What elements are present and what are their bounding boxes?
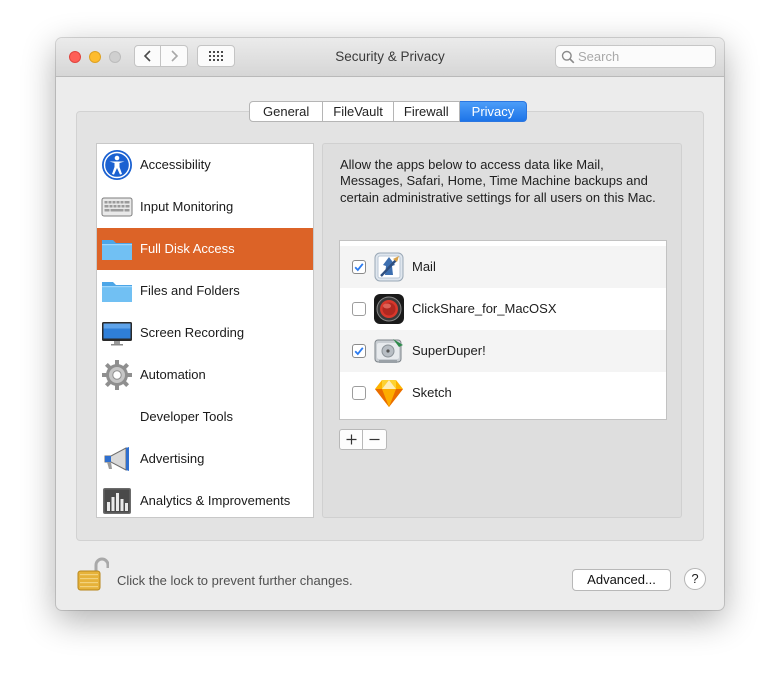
privacy-category-list: Accessibility Input Monitoring Full Disk… — [96, 143, 314, 518]
checkmark-icon — [354, 347, 364, 356]
lock-message: Click the lock to prevent further change… — [117, 573, 353, 588]
sidebar-item-accessibility[interactable]: Accessibility — [97, 144, 313, 186]
title-bar: Security & Privacy — [56, 38, 724, 77]
search-icon — [561, 50, 575, 64]
list-item[interactable]: SuperDuper! — [340, 330, 666, 372]
plus-icon — [346, 434, 356, 445]
superduper-checkbox[interactable] — [352, 344, 366, 358]
folder-icon — [102, 282, 132, 302]
app-name: SuperDuper! — [412, 343, 486, 358]
chart-icon — [103, 488, 131, 514]
add-remove-control — [339, 429, 387, 450]
preferences-window: Security & Privacy General FileVault Fir… — [56, 38, 724, 610]
full-disk-access-panel: Allow the apps below to access data like… — [322, 143, 682, 518]
sidebar-item-analytics-improvements[interactable]: Analytics & Improvements — [97, 480, 313, 522]
folder-icon — [102, 240, 132, 260]
app-name: Sketch — [412, 385, 452, 400]
lock-icon[interactable] — [75, 556, 109, 592]
sidebar-item-screen-recording[interactable]: Screen Recording — [97, 312, 313, 354]
search-field[interactable] — [555, 45, 716, 68]
clickshare-app-icon — [374, 294, 404, 324]
tab-filevault[interactable]: FileVault — [323, 101, 394, 122]
sidebar-item-automation[interactable]: Automation — [97, 354, 313, 396]
clickshare-checkbox[interactable] — [352, 302, 366, 316]
tab-firewall[interactable]: Firewall — [393, 101, 460, 122]
list-item[interactable]: Sketch — [340, 372, 666, 414]
sidebar-item-label: Accessibility — [140, 157, 211, 172]
accessibility-icon — [102, 150, 132, 180]
sidebar-item-label: Files and Folders — [140, 283, 240, 298]
search-input[interactable] — [578, 48, 710, 65]
superduper-app-icon — [374, 339, 403, 363]
add-app-button[interactable] — [340, 430, 362, 449]
app-name: ClickShare_for_MacOSX — [412, 301, 557, 316]
sidebar-item-files-and-folders[interactable]: Files and Folders — [97, 270, 313, 312]
access-description: Allow the apps below to access data like… — [340, 157, 656, 205]
sidebar-item-label: Developer Tools — [140, 409, 233, 424]
sidebar-item-label: Analytics & Improvements — [140, 493, 291, 508]
remove-app-button[interactable] — [362, 430, 386, 449]
display-icon — [102, 322, 132, 346]
app-list: Mail ClickShare_for_MacOSX SuperDuper! S… — [339, 240, 667, 420]
tab-bar: General FileVault Firewall Privacy — [249, 101, 528, 122]
keyboard-icon — [101, 197, 133, 217]
sidebar-item-label: Screen Recording — [140, 325, 245, 340]
tab-privacy[interactable]: Privacy — [459, 101, 528, 122]
list-item[interactable]: ClickShare_for_MacOSX — [340, 288, 666, 330]
sidebar-item-label: Automation — [140, 367, 206, 382]
sidebar-item-label: Full Disk Access — [140, 241, 235, 256]
tab-general[interactable]: General — [249, 101, 324, 122]
sketch-checkbox[interactable] — [352, 386, 366, 400]
gear-icon — [102, 360, 132, 390]
minus-icon — [369, 438, 380, 441]
help-button[interactable]: ? — [684, 568, 706, 590]
advanced-button[interactable]: Advanced... — [572, 569, 671, 591]
sidebar-item-developer-tools[interactable]: Developer Tools — [97, 396, 313, 438]
megaphone-icon — [104, 447, 129, 471]
checkmark-icon — [354, 263, 364, 272]
sidebar-item-label: Advertising — [140, 451, 205, 466]
mail-app-icon — [374, 252, 404, 282]
sidebar-item-label: Input Monitoring — [140, 199, 234, 214]
sidebar-item-advertising[interactable]: Advertising — [97, 438, 313, 480]
list-item[interactable]: Mail — [340, 246, 666, 288]
sidebar-item-input-monitoring[interactable]: Input Monitoring — [97, 186, 313, 228]
sketch-app-icon — [375, 380, 403, 407]
mail-checkbox[interactable] — [352, 260, 366, 274]
app-name: Mail — [412, 259, 436, 274]
sidebar-item-full-disk-access[interactable]: Full Disk Access — [97, 228, 313, 270]
